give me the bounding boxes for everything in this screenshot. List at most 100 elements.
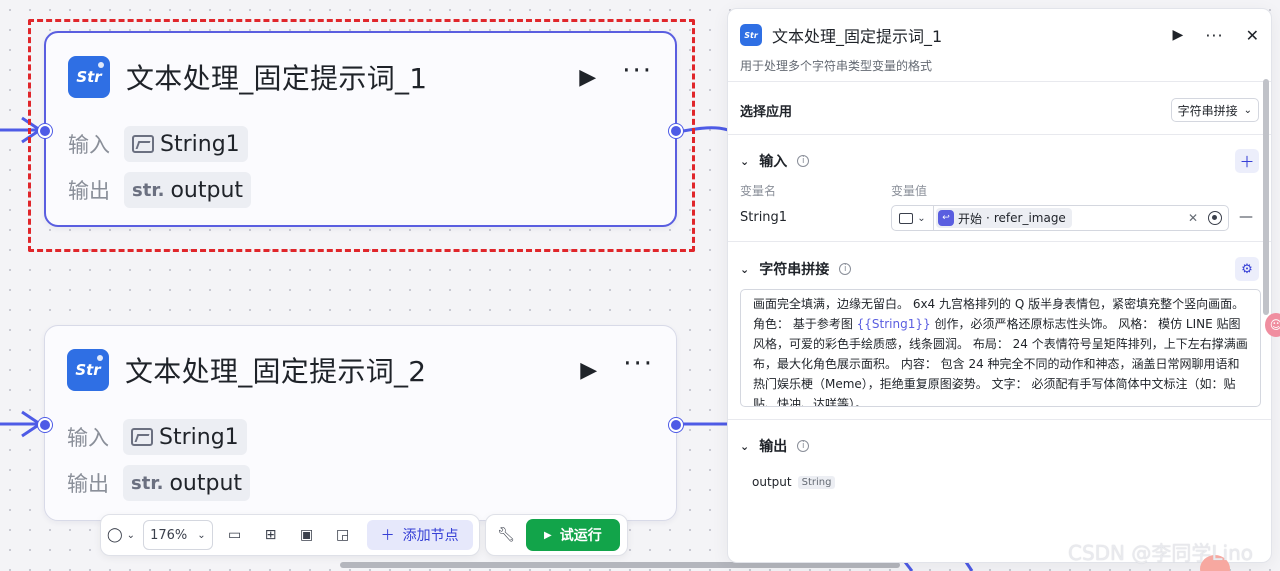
image-icon: ▣ [300, 527, 314, 543]
pointer-mode-button[interactable]: ◯ ⌄ [107, 520, 135, 550]
edge-bottom-b [964, 561, 974, 571]
input-label: 输入 [68, 133, 110, 157]
node-input-row: 输入 String1 [68, 126, 248, 162]
run-label: 试运行 [559, 528, 602, 544]
ref-field: refer_image [993, 211, 1066, 225]
variable-value-field[interactable]: ⌄ ↩ 开始 · refer_image ✕ [891, 205, 1229, 231]
watermark: CSDN @李同学Lino [1068, 541, 1253, 565]
test-run-button[interactable]: ▶ 试运行 [526, 519, 620, 551]
input-label: 输入 [67, 426, 109, 450]
image-icon [132, 135, 154, 153]
image-button[interactable]: ▣ [293, 520, 321, 550]
more-icon[interactable]: ··· [622, 58, 653, 84]
more-icon[interactable]: ··· [1205, 26, 1223, 45]
info-icon[interactable]: i [797, 155, 810, 167]
output-value: output [170, 177, 244, 203]
add-node-label: 添加节点 [402, 528, 459, 544]
node-output-row: 输出 str. output [67, 465, 251, 501]
image-icon [899, 212, 914, 224]
output-port-node-2[interactable] [669, 418, 683, 432]
zoom-select[interactable]: 176% ⌄ [143, 520, 213, 550]
input-port-node-1[interactable] [38, 124, 52, 138]
mouse-icon: ◯ [107, 527, 123, 543]
input-port-node-2[interactable] [38, 418, 52, 432]
assistant-bubble-icon[interactable]: ☺ [1265, 313, 1280, 337]
plus-icon: ＋ [380, 528, 395, 544]
text-process-icon: Str [68, 56, 110, 98]
output-chip: str. output [123, 465, 251, 501]
variable-reference-tag[interactable]: ↩ 开始 · refer_image [936, 208, 1072, 228]
comment-icon: ▭ [228, 527, 242, 543]
output-section-title: 输出 [759, 439, 788, 455]
select-app-label: 选择应用 [740, 105, 793, 120]
workflow-node-2[interactable]: Str 文本处理_固定提示词_2 ▶ ··· 输入 String1 输出 str… [44, 325, 677, 521]
concat-section-header[interactable]: ⌄ 字符串拼接 i [740, 259, 852, 279]
info-icon[interactable]: i [797, 440, 810, 452]
layout-button[interactable]: ⊞ [257, 520, 285, 550]
concat-settings-button[interactable]: ⚙ [1235, 257, 1259, 281]
output-variable-row: output String [752, 475, 836, 489]
concat-section-title: 字符串拼接 [759, 262, 830, 278]
chevron-down-icon: ⌄ [740, 154, 750, 168]
close-icon[interactable]: ✕ [1246, 26, 1259, 45]
image-icon [131, 428, 153, 446]
output-label: 输出 [67, 472, 109, 496]
add-variable-button[interactable]: ＋ [1235, 149, 1259, 173]
canvas-toolbar: ◯ ⌄ 176% ⌄ ▭ ⊞ ▣ ◲ ＋ 添加节点 [100, 514, 480, 556]
edge-bottom-a [903, 561, 914, 571]
divider [728, 134, 1271, 135]
node-output-row: 输出 str. output [68, 172, 252, 208]
plus-icon: ＋ [1239, 152, 1255, 171]
divider [728, 241, 1271, 242]
start-node-icon: ↩ [938, 210, 954, 226]
concat-template-editor[interactable]: 画面完全填满，边缘无留白。 6x4 九宫格排列的 Q 版半身表情包，紧密填充整个… [740, 289, 1261, 407]
ref-separator: · [986, 211, 990, 225]
output-name: output [752, 475, 792, 489]
comment-button[interactable]: ▭ [221, 520, 249, 550]
target-icon[interactable] [1208, 211, 1222, 225]
select-app-value: 字符串拼接 [1177, 103, 1238, 118]
input-chip: String1 [124, 126, 248, 162]
panel-title: 文本处理_固定提示词_1 [772, 27, 943, 46]
node-header: Str 文本处理_固定提示词_1 ▶ ··· [68, 55, 653, 99]
play-icon: ▶ [544, 529, 552, 541]
add-node-button[interactable]: ＋ 添加节点 [366, 520, 473, 550]
input-section-title: 输入 [759, 154, 788, 170]
more-icon[interactable]: ··· [623, 351, 654, 377]
select-app-dropdown[interactable]: 字符串拼接 ⌄ [1170, 98, 1259, 122]
clear-icon[interactable]: ✕ [1188, 211, 1198, 225]
node-title: 文本处理_固定提示词_2 [125, 355, 427, 388]
panel-subtitle: 用于处理多个字符串类型变量的格式 [740, 59, 933, 73]
play-icon[interactable]: ▶ [1173, 27, 1184, 43]
input-section-header[interactable]: ⌄ 输入 i [740, 151, 810, 171]
play-icon[interactable]: ▶ [580, 358, 597, 383]
output-chip: str. output [124, 172, 252, 208]
text-process-icon: Str [67, 349, 109, 391]
remove-variable-icon[interactable]: — [1239, 209, 1253, 225]
minimap-icon: ◲ [336, 527, 350, 543]
col-variable-value: 变量值 [891, 184, 928, 198]
prompt-variable-ref: {{String1}} [856, 317, 931, 331]
string-type-icon: str. [132, 179, 165, 201]
play-icon[interactable]: ▶ [579, 65, 596, 90]
divider [728, 81, 1271, 82]
output-port-node-1[interactable] [669, 124, 683, 138]
debug-button[interactable]: 🔧︎ [492, 520, 520, 550]
panel-scrollbar[interactable] [1263, 79, 1269, 315]
output-section-header[interactable]: ⌄ 输出 i [740, 436, 810, 456]
output-label: 输出 [68, 179, 110, 203]
info-icon[interactable]: i [839, 263, 852, 275]
string-type-icon: str. [131, 472, 164, 494]
variable-type-select[interactable]: ⌄ [892, 206, 934, 230]
chevron-down-icon: ⌄ [197, 529, 206, 541]
input-chip: String1 [123, 419, 247, 455]
divider [728, 419, 1271, 420]
panel-header: Str 文本处理_固定提示词_1 ▶ ··· ✕ [740, 23, 1259, 47]
workflow-node-1[interactable]: Str 文本处理_固定提示词_1 ▶ ··· 输入 String1 输出 str… [44, 31, 677, 227]
minimap-button[interactable]: ◲ [329, 520, 357, 550]
col-variable-name: 变量名 [740, 184, 777, 198]
variable-name: String1 [740, 210, 788, 225]
node-config-panel: Str 文本处理_固定提示词_1 ▶ ··· ✕ 用于处理多个字符串类型变量的格… [727, 8, 1272, 563]
chevron-down-icon: ⌄ [740, 262, 750, 276]
run-toolbar: 🔧︎ ▶ 试运行 [485, 514, 628, 556]
